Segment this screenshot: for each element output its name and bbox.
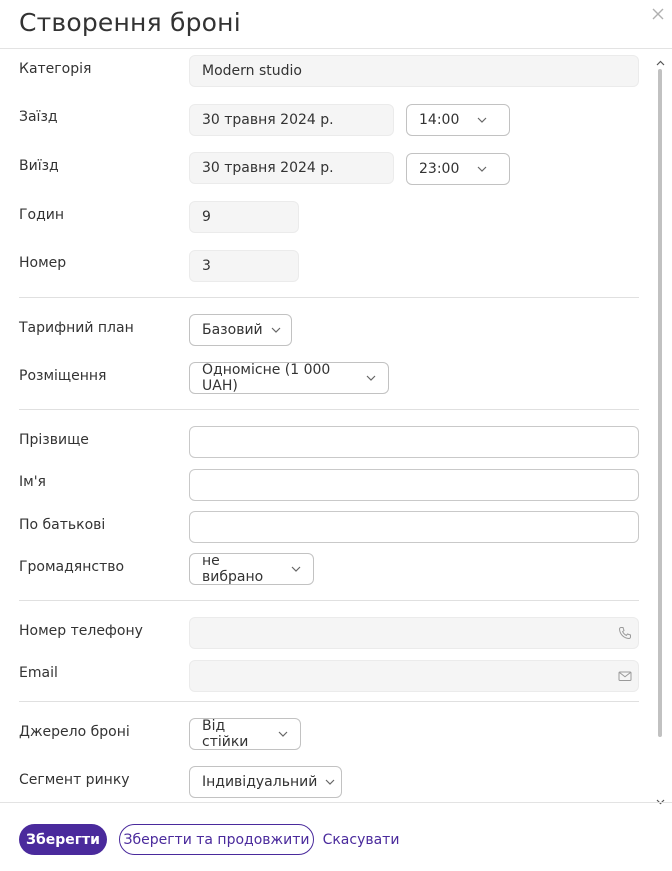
citizenship-label: Громадянство	[19, 559, 125, 575]
cancel-button[interactable]: Скасувати	[323, 824, 400, 855]
mail-icon	[618, 669, 632, 683]
lastname-input[interactable]	[189, 426, 639, 458]
firstname-input[interactable]	[189, 469, 639, 501]
scroll-up-icon[interactable]	[656, 51, 665, 66]
section-divider	[19, 297, 639, 298]
checkout-time-value: 23:00	[419, 161, 460, 177]
section-divider	[19, 600, 639, 601]
chevron-down-icon	[271, 327, 281, 333]
category-value: Modern studio	[202, 63, 302, 79]
lastname-label: Прізвище	[19, 432, 89, 448]
dialog-title: Створення броні	[19, 8, 241, 37]
section-divider	[19, 409, 639, 410]
room-value: 3	[202, 258, 211, 274]
save-and-continue-button[interactable]: Зберегти та продовжити	[119, 824, 314, 855]
rate-plan-label: Тарифний план	[19, 320, 134, 336]
citizenship-value: не вибрано	[202, 553, 264, 585]
scrollbar-thumb[interactable]	[658, 69, 662, 737]
placement-label: Розміщення	[19, 368, 107, 384]
checkout-time-select[interactable]: 23:00	[406, 153, 510, 185]
patronymic-input[interactable]	[189, 511, 639, 543]
email-input[interactable]	[189, 660, 639, 692]
checkin-date-field[interactable]: 30 травня 2024 р.	[189, 104, 394, 136]
placement-select[interactable]: Одномісне (1 000 UAH)	[189, 362, 389, 394]
checkin-time-select[interactable]: 14:00	[406, 104, 510, 136]
hours-value: 9	[202, 209, 211, 225]
category-label: Категорія	[19, 61, 92, 77]
hours-label: Годин	[19, 207, 65, 223]
close-icon[interactable]	[652, 8, 666, 22]
scrollbar[interactable]	[654, 49, 666, 805]
phone-icon	[618, 626, 632, 640]
citizenship-select[interactable]: не вибрано	[189, 553, 314, 585]
rate-plan-value: Базовий	[202, 322, 263, 338]
checkout-label: Виїзд	[19, 158, 59, 174]
hours-field: 9	[189, 201, 299, 233]
footer-divider	[0, 802, 672, 803]
chevron-down-icon	[278, 731, 288, 737]
placement-value: Одномісне (1 000 UAH)	[202, 362, 331, 394]
phone-label: Номер телефону	[19, 623, 143, 639]
form-scroll-area: Категорія Modern studio Заїзд 30 травня …	[0, 49, 654, 801]
source-label: Джерело броні	[19, 724, 130, 740]
segment-value: Індивідуальний	[202, 774, 318, 790]
checkin-date-value: 30 травня 2024 р.	[202, 112, 334, 128]
email-label: Email	[19, 665, 58, 681]
segment-select[interactable]: Індивідуальний	[189, 766, 342, 798]
checkin-time-value: 14:00	[419, 112, 460, 128]
source-value: Від стійки	[202, 718, 249, 750]
chevron-down-icon	[477, 166, 487, 172]
checkin-label: Заїзд	[19, 109, 58, 125]
segment-label: Сегмент ринку	[19, 772, 130, 788]
section-divider	[19, 701, 639, 702]
checkout-date-value: 30 травня 2024 р.	[202, 160, 334, 176]
chevron-down-icon	[366, 375, 376, 381]
chevron-down-icon	[477, 117, 487, 123]
chevron-down-icon	[291, 566, 301, 572]
category-field: Modern studio	[189, 55, 639, 87]
chevron-down-icon	[325, 779, 335, 785]
booking-dialog: Створення броні Категорія Modern studio …	[0, 0, 672, 871]
source-select[interactable]: Від стійки	[189, 718, 301, 750]
firstname-label: Ім'я	[19, 474, 46, 490]
phone-input[interactable]	[189, 617, 639, 649]
room-field: 3	[189, 250, 299, 282]
room-label: Номер	[19, 255, 67, 271]
scroll-down-icon[interactable]	[656, 790, 665, 805]
patronymic-label: По батькові	[19, 517, 106, 533]
checkout-date-field[interactable]: 30 травня 2024 р.	[189, 152, 394, 184]
rate-plan-select[interactable]: Базовий	[189, 314, 292, 346]
save-button[interactable]: Зберегти	[19, 824, 107, 855]
